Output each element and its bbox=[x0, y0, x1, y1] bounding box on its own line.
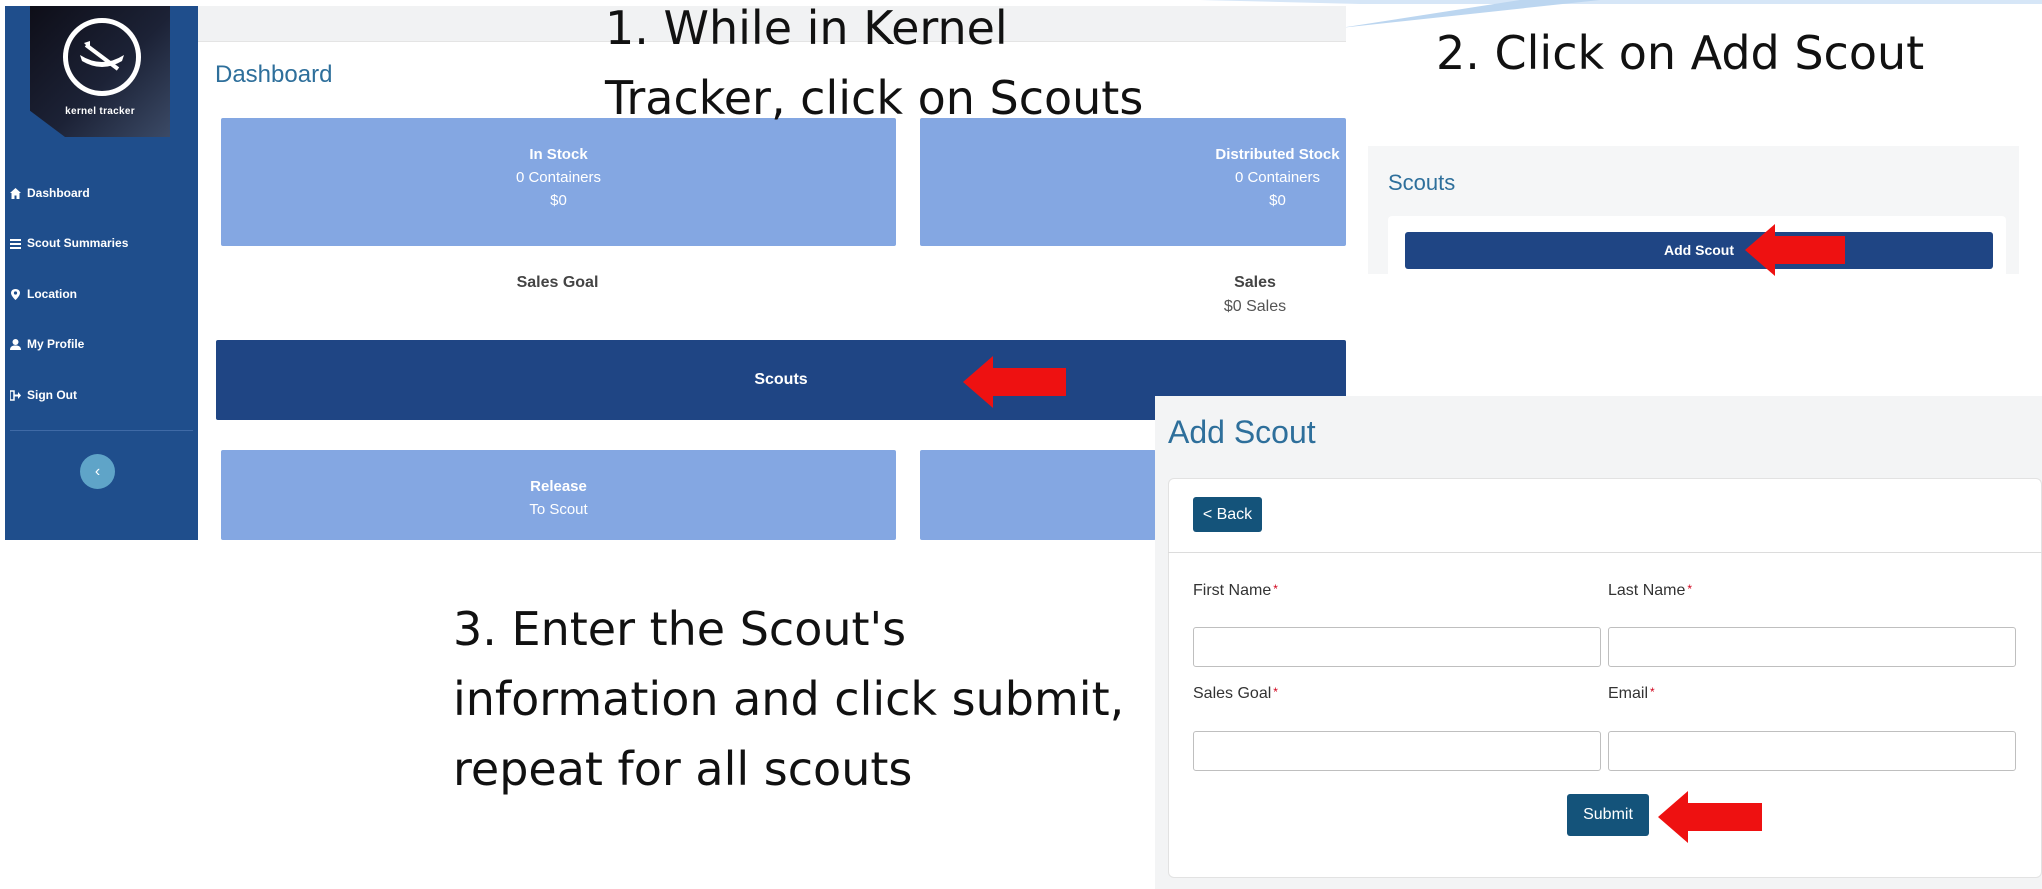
sidebar-item-label: Sign Out bbox=[27, 388, 77, 402]
chevron-left-icon: ‹ bbox=[94, 463, 101, 480]
user-icon bbox=[10, 338, 21, 350]
sales-goal-stat: Sales Goal bbox=[420, 274, 695, 292]
sales-goal-field[interactable] bbox=[1193, 731, 1601, 771]
sidebar-item-dashboard[interactable]: Dashboard bbox=[10, 186, 90, 200]
sidebar-item-label: My Profile bbox=[27, 337, 85, 351]
sidebar-item-sign-out[interactable]: Sign Out bbox=[9, 388, 77, 402]
stat-value: $0 Sales bbox=[1223, 298, 1287, 315]
list-icon bbox=[10, 238, 21, 249]
card-subtitle: To Scout bbox=[529, 501, 588, 518]
sidebar-item-location[interactable]: Location bbox=[10, 287, 77, 301]
sales-stat: Sales $0 Sales bbox=[1175, 274, 1335, 316]
sidebar-item-label: Scout Summaries bbox=[27, 236, 129, 250]
logo-text: kernel tracker bbox=[65, 106, 135, 117]
required-mark: * bbox=[1273, 685, 1278, 699]
sidebar: kernel tracker Dashboard Scout Summaries… bbox=[5, 6, 198, 540]
page-title: Dashboard bbox=[215, 61, 333, 88]
sidebar-collapse-button[interactable]: ‹ bbox=[80, 454, 115, 489]
card-title: In Stock bbox=[529, 146, 588, 163]
first-name-label: First Name * bbox=[1193, 582, 1278, 600]
stat-title: Sales Goal bbox=[516, 274, 599, 291]
card-title: Release bbox=[530, 478, 587, 495]
release-card[interactable]: Release To Scout bbox=[221, 450, 896, 540]
submit-button[interactable]: Submit bbox=[1567, 794, 1649, 836]
sales-goal-label: Sales Goal * bbox=[1193, 685, 1278, 703]
distributed-stock-card[interactable]: Distributed Stock 0 Containers $0 bbox=[920, 118, 1346, 246]
map-pin-icon bbox=[10, 288, 21, 300]
last-name-label: Last Name * bbox=[1608, 582, 1692, 600]
card-containers: 0 Containers bbox=[1234, 169, 1321, 186]
sidebar-item-label: Dashboard bbox=[27, 186, 90, 200]
dashboard-card[interactable] bbox=[920, 450, 1156, 540]
home-icon bbox=[10, 187, 21, 199]
card-amount: $0 bbox=[1269, 192, 1286, 209]
logo: kernel tracker bbox=[30, 6, 170, 137]
add-scout-button[interactable]: Add Scout bbox=[1405, 232, 1993, 269]
last-name-field[interactable] bbox=[1608, 627, 2016, 667]
card-containers: 0 Containers bbox=[515, 169, 602, 186]
label-text: Email bbox=[1608, 685, 1649, 702]
first-name-field[interactable] bbox=[1193, 627, 1601, 667]
required-mark: * bbox=[1273, 582, 1278, 596]
label-text: First Name bbox=[1193, 582, 1272, 599]
stat-title: Sales bbox=[1234, 274, 1276, 291]
step1-caption: 1. While in Kernel Tracker, click on Sco… bbox=[605, 1, 1144, 125]
sign-out-icon bbox=[9, 389, 21, 401]
form-title: Add Scout bbox=[1168, 414, 1316, 450]
step2-caption: 2. Click on Add Scout bbox=[1436, 26, 1925, 80]
card-amount: $0 bbox=[550, 192, 567, 209]
sidebar-item-scout-summaries[interactable]: Scout Summaries bbox=[10, 236, 128, 250]
back-button[interactable]: < Back bbox=[1193, 497, 1262, 532]
label-text: Sales Goal bbox=[1193, 685, 1272, 702]
in-stock-card[interactable]: In Stock 0 Containers $0 bbox=[221, 118, 896, 246]
required-mark: * bbox=[1687, 582, 1693, 596]
scouts-title: Scouts bbox=[1388, 170, 1456, 195]
sidebar-item-my-profile[interactable]: My Profile bbox=[10, 337, 84, 351]
form-divider bbox=[1168, 552, 2042, 553]
sidebar-item-label: Location bbox=[27, 287, 77, 301]
required-mark: * bbox=[1650, 685, 1655, 699]
canoe-logo-icon bbox=[63, 18, 141, 96]
sidebar-divider bbox=[10, 430, 193, 431]
email-field[interactable] bbox=[1608, 731, 2016, 771]
step3-caption: 3. Enter the Scout's information and cli… bbox=[453, 602, 1125, 796]
card-title: Distributed Stock bbox=[1215, 146, 1340, 163]
label-text: Last Name bbox=[1608, 582, 1686, 599]
email-label: Email * bbox=[1608, 685, 1655, 703]
